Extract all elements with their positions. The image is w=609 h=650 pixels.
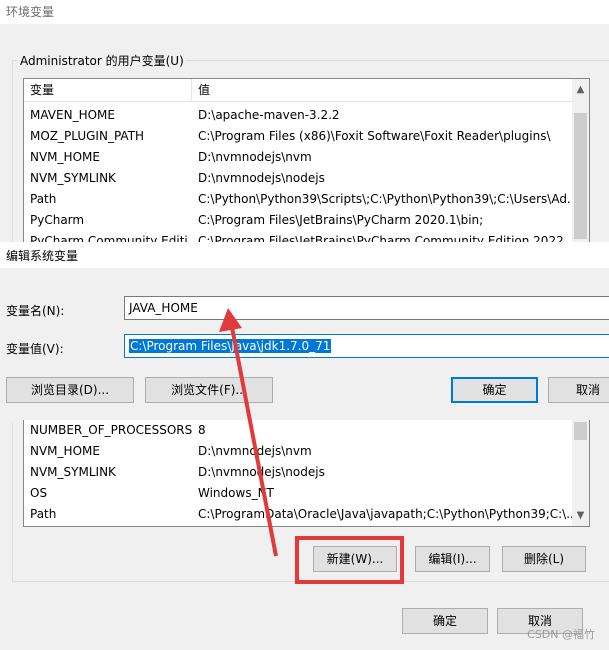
annotation-arrow-icon <box>219 308 278 557</box>
ok-button[interactable]: 确定 <box>402 608 488 634</box>
watermark: CSDN @福竹 <box>527 628 595 641</box>
